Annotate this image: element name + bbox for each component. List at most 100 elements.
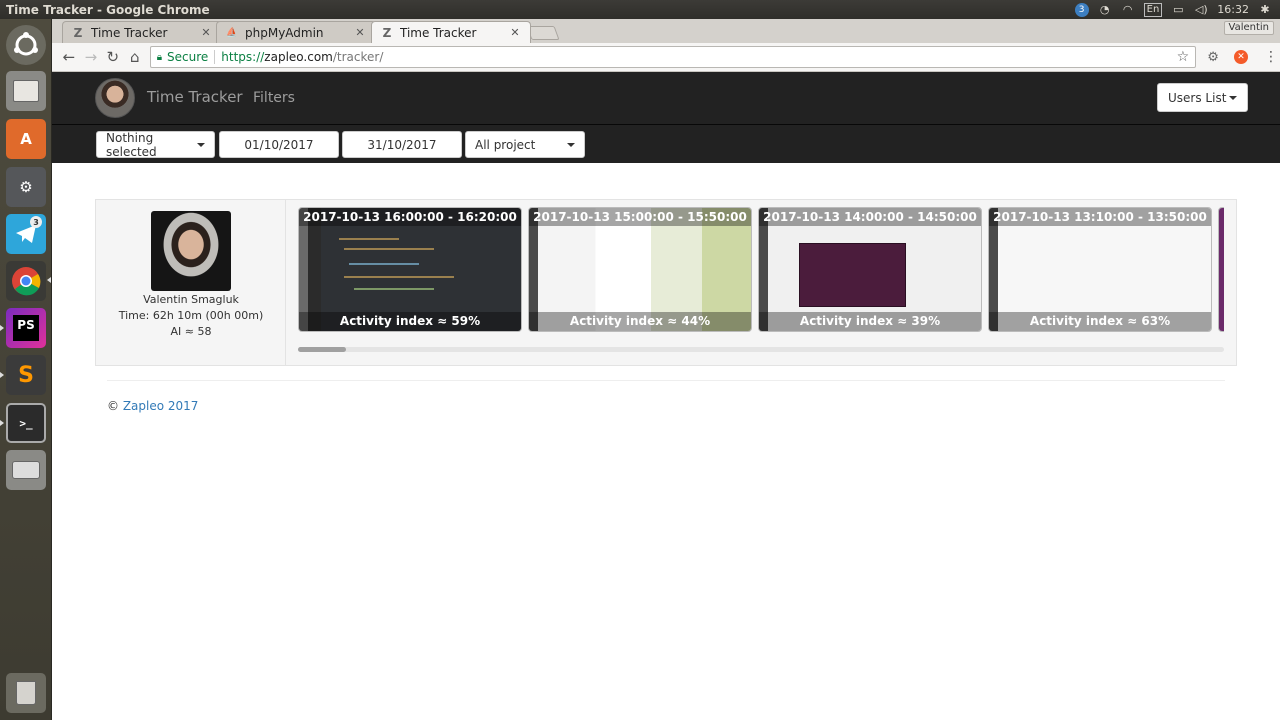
user-name: Valentin Smagluk <box>143 293 239 306</box>
address-bar[interactable]: 🔒︎ Secure https:// zapleo.com /tracker/ … <box>149 46 1197 68</box>
screenshot-time: 2017-10-13 13:10:00 - 13:50:00 <box>989 208 1211 226</box>
date-to-value: 31/10/2017 <box>367 137 437 152</box>
terminal-icon[interactable]: >_ <box>6 403 46 443</box>
tab-phpmyadmin[interactable]: ⛵ phpMyAdmin ✕ <box>216 21 376 43</box>
url-path: /tracker/ <box>332 50 384 64</box>
system-tray: 3 ◔ ◠ En ▭ ◁) 16:32 ✱ <box>1074 2 1280 17</box>
user-multiselect-value: Nothing selected <box>106 130 157 159</box>
telegram-badge: 3 <box>30 216 42 228</box>
chrome-icon[interactable] <box>6 261 46 301</box>
filters-link[interactable]: Filters <box>253 90 295 106</box>
screenshot-card-partial[interactable] <box>1218 207 1224 332</box>
notification-badge-icon[interactable]: 3 <box>1074 2 1089 17</box>
tab-label: Time Tracker <box>91 25 168 40</box>
software-center-icon[interactable]: A <box>6 119 46 159</box>
phpmyadmin-favicon-icon: ⛵ <box>226 27 238 38</box>
phpstorm-icon[interactable]: PS <box>6 308 46 348</box>
os-top-panel: Time Tracker - Google Chrome 3 ◔ ◠ En ▭ … <box>0 0 1280 19</box>
date-to-input[interactable]: 31/10/2017 <box>342 131 462 158</box>
caret-down-icon <box>567 142 575 147</box>
close-tab-icon[interactable]: ✕ <box>353 26 367 39</box>
screenshot-card[interactable]: 2017-10-13 15:00:00 - 15:50:00 Activity … <box>528 207 752 332</box>
avatar[interactable] <box>95 78 135 118</box>
timer-icon[interactable]: ◔ <box>1098 3 1112 16</box>
page-content: Time Tracker Filters Users List Nothing … <box>52 72 1280 720</box>
window-title: Time Tracker - Google Chrome <box>6 2 210 17</box>
files-icon[interactable] <box>6 71 46 111</box>
back-icon[interactable]: ← <box>58 46 80 68</box>
tab-label: Time Tracker <box>400 25 477 40</box>
close-tab-icon[interactable]: ✕ <box>199 26 213 39</box>
running-indicator <box>0 325 4 331</box>
zapleo-favicon-icon: Z <box>382 25 392 40</box>
browser-window: Z Time Tracker ✕ ⛵ phpMyAdmin ✕ Z Time T… <box>52 19 1280 720</box>
scrollbar-thumb[interactable] <box>298 347 346 352</box>
caret-down-icon <box>1229 95 1238 100</box>
footer-link[interactable]: Zapleo 2017 <box>123 399 199 413</box>
screenshot-activity: Activity index ≈ 39% <box>759 312 981 331</box>
chrome-menu-icon[interactable]: ⋮ <box>1262 48 1280 66</box>
drive-icon[interactable] <box>6 450 46 490</box>
footer-divider <box>107 380 1225 381</box>
home-icon[interactable]: ⌂ <box>124 46 146 68</box>
secure-label: Secure <box>167 50 209 64</box>
sublime-icon[interactable]: S <box>6 355 46 395</box>
screenshot-card[interactable]: 2017-10-13 16:00:00 - 16:20:00 Activity … <box>298 207 522 332</box>
zapleo-favicon-icon: Z <box>73 25 83 40</box>
tab-strip: Z Time Tracker ✕ ⛵ phpMyAdmin ✕ Z Time T… <box>52 19 1280 43</box>
forward-icon[interactable]: → <box>80 46 102 68</box>
screenshot-time: 2017-10-13 16:00:00 - 16:20:00 <box>299 208 521 226</box>
running-indicator <box>0 372 4 378</box>
caret-down-icon <box>197 142 205 147</box>
screenshot-activity: Activity index ≈ 59% <box>299 312 521 331</box>
user-time: Time: 62h 10m (00h 00m) <box>118 309 264 322</box>
volume-icon[interactable]: ◁) <box>1194 3 1208 16</box>
extension-close-icon[interactable]: ✕ <box>1234 50 1249 64</box>
unity-launcher: A ⚙ 3 PS S >_ <box>0 19 52 720</box>
brand-link[interactable]: Time Tracker <box>147 88 243 106</box>
tab-time-tracker-1[interactable]: Z Time Tracker ✕ <box>62 21 222 43</box>
screenshot-activity: Activity index ≈ 44% <box>529 312 751 331</box>
reload-icon[interactable]: ↻ <box>102 46 124 68</box>
project-select-value: All project <box>475 137 536 152</box>
settings-icon[interactable]: ⚙ <box>6 167 46 207</box>
screenshot-time: 2017-10-13 15:00:00 - 15:50:00 <box>529 208 751 226</box>
battery-icon[interactable]: ▭ <box>1171 3 1185 16</box>
project-select[interactable]: All project <box>465 131 585 158</box>
bookmark-star-icon[interactable]: ☆ <box>1177 49 1190 65</box>
site-navbar: Time Tracker Filters Users List <box>52 72 1280 124</box>
omnibox-separator <box>214 50 216 64</box>
ubuntu-dash-icon[interactable] <box>6 25 46 65</box>
active-indicator <box>47 277 51 283</box>
tab-label: phpMyAdmin <box>245 25 324 40</box>
keyboard-layout-indicator[interactable]: En <box>1143 2 1163 17</box>
profile-button[interactable]: Valentin <box>1223 21 1274 35</box>
users-list-label: Users List <box>1168 90 1227 105</box>
clock[interactable]: 16:32 <box>1217 3 1249 16</box>
users-list-dropdown[interactable]: Users List <box>1157 83 1249 112</box>
trash-icon[interactable] <box>6 673 46 713</box>
screenshot-strip: 2017-10-13 16:00:00 - 16:20:00 Activity … <box>298 207 1224 333</box>
user-photo <box>151 211 231 291</box>
running-indicator <box>0 420 4 426</box>
wifi-icon[interactable]: ◠ <box>1121 3 1135 16</box>
lock-icon: 🔒︎ <box>156 51 163 63</box>
screenshot-card[interactable]: 2017-10-13 13:10:00 - 13:50:00 Activity … <box>988 207 1212 332</box>
screenshot-activity: Activity index ≈ 63% <box>989 312 1211 331</box>
system-gear-icon[interactable]: ✱ <box>1258 3 1272 16</box>
screenshot-card[interactable]: 2017-10-13 14:00:00 - 14:50:00 Activity … <box>758 207 982 332</box>
horizontal-scrollbar[interactable] <box>298 347 1224 352</box>
footer: © Zapleo 2017 <box>107 399 198 413</box>
extension-gear-icon[interactable]: ⚙ <box>1204 48 1222 66</box>
screenshot-time: 2017-10-13 14:00:00 - 14:50:00 <box>759 208 981 226</box>
new-tab-button[interactable] <box>526 26 560 40</box>
user-multiselect[interactable]: Nothing selected <box>96 130 215 159</box>
tab-time-tracker-active[interactable]: Z Time Tracker ✕ <box>371 21 531 43</box>
date-from-input[interactable]: 01/10/2017 <box>219 131 339 158</box>
close-tab-icon[interactable]: ✕ <box>508 26 522 39</box>
telegram-icon[interactable]: 3 <box>6 214 46 254</box>
user-summary: Valentin Smagluk Time: 62h 10m (00h 00m)… <box>96 200 286 365</box>
url-host: zapleo.com <box>264 50 333 64</box>
screenshot-image <box>1219 208 1224 331</box>
user-ai: AI ≈ 58 <box>170 325 212 338</box>
